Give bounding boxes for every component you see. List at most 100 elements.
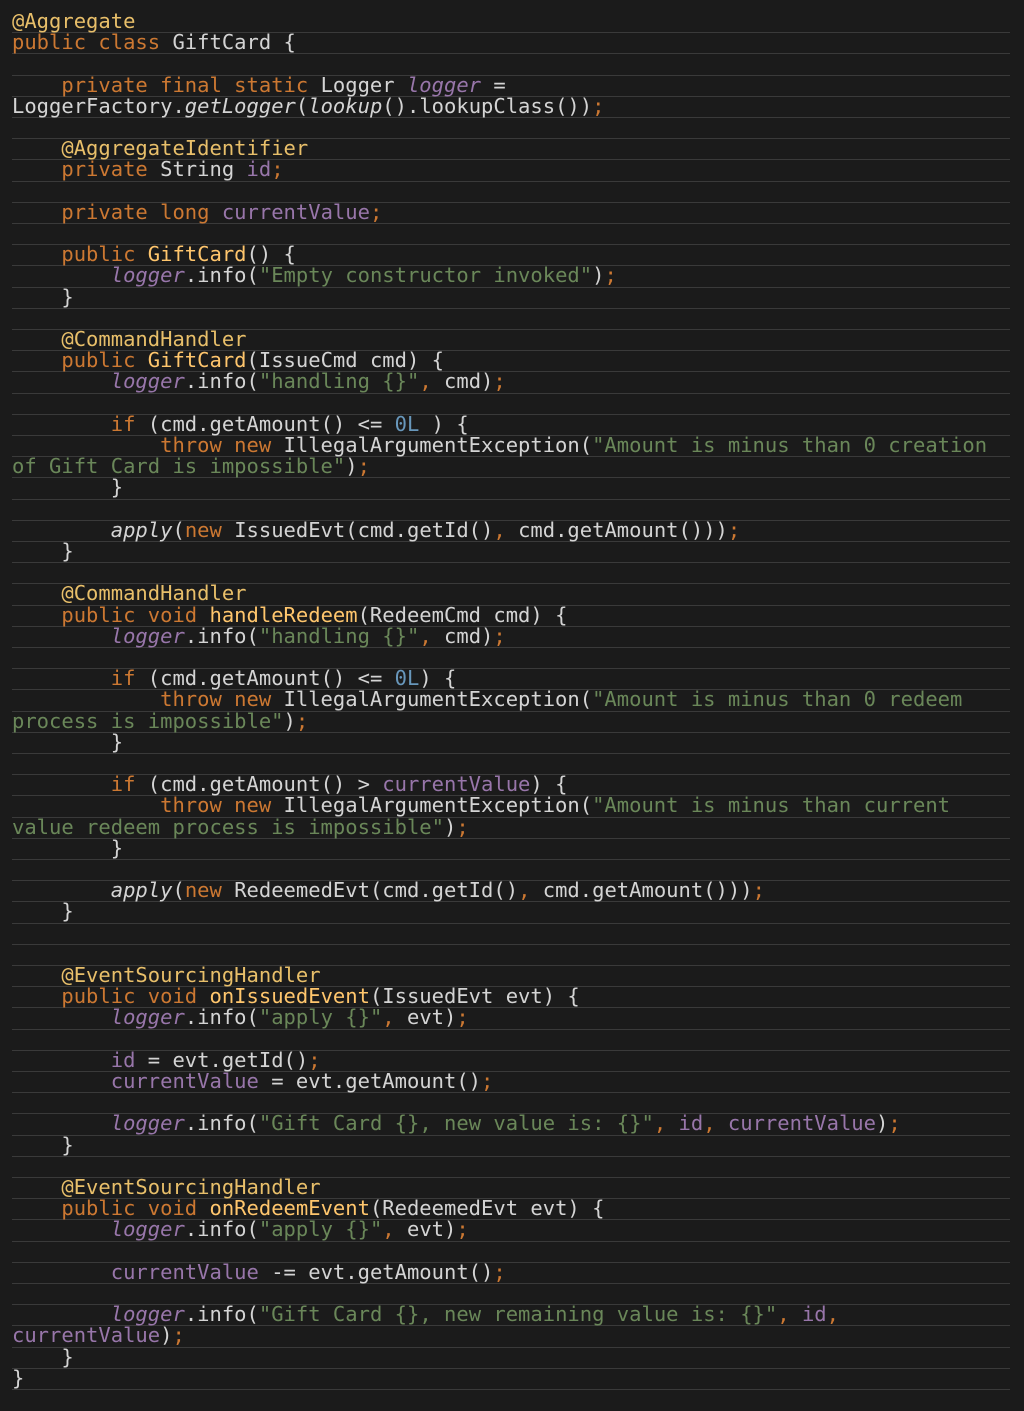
code-token: evt)	[406, 1005, 457, 1030]
code-token: )	[345, 454, 358, 479]
code-token: cmd.getAmount()))	[518, 517, 728, 542]
code-token: .info(	[184, 623, 259, 648]
code-token: (	[172, 517, 185, 542]
code-token: ;	[456, 1005, 469, 1030]
code-line: logger.info("handling {}", cmd);	[12, 623, 1010, 648]
code-editor[interactable]: @Aggregate public class GiftCard { privat…	[0, 0, 1024, 1411]
code-token: evt)	[406, 1217, 457, 1242]
code-token: (	[295, 93, 309, 118]
code-token: )	[160, 1323, 173, 1348]
code-token: RedeemedEvt(cmd.getId()	[234, 878, 519, 903]
code-line: logger.info("apply {}", evt);	[12, 1005, 1010, 1030]
code-token: ;	[369, 199, 383, 224]
code-token: )	[443, 814, 457, 839]
code-line: private long currentValue;	[12, 199, 1010, 224]
code-token: "apply {}"	[258, 1217, 383, 1242]
code-token: }	[12, 729, 124, 754]
code-token: "Amount is minus than 0 redeem	[592, 687, 963, 712]
code-token: ;	[357, 454, 370, 479]
code-line: of Gift Card is impossible");	[12, 454, 1010, 479]
code-token: ,	[419, 369, 445, 394]
code-token: ;	[493, 1259, 506, 1284]
code-token: }	[12, 835, 124, 860]
code-line: }	[12, 835, 1010, 860]
code-token: getLogger	[184, 93, 296, 118]
code-token: currentValue	[727, 1111, 876, 1136]
code-token: ,	[653, 1111, 679, 1136]
code-token: .info(	[184, 1111, 259, 1136]
code-token: "apply {}"	[258, 1005, 383, 1030]
code-token: id	[678, 1111, 704, 1136]
code-line: logger.info("handling {}", cmd);	[12, 369, 1010, 394]
code-token: IssuedEvt(cmd.getId()	[234, 517, 494, 542]
code-token: .info(	[184, 1302, 259, 1327]
code-token: "handling {}"	[258, 623, 420, 648]
code-token: cmd)	[444, 369, 494, 394]
code-token: }	[12, 1365, 25, 1390]
code-token: "Amount is minus than current	[592, 793, 951, 818]
code-line: }	[12, 1346, 1010, 1369]
code-line: logger.info("apply {}", evt);	[12, 1217, 1010, 1242]
code-token: cmd.getAmount()))	[542, 878, 753, 903]
code-token: private long	[61, 199, 222, 224]
code-token: ;	[888, 1111, 901, 1136]
code-token: ,	[826, 1302, 839, 1327]
code-token: ;	[481, 1069, 494, 1093]
code-token: ().lookupClass())	[382, 93, 593, 118]
code-line	[12, 923, 1010, 945]
code-token: cmd)	[444, 623, 494, 648]
code-line: }	[12, 1132, 1010, 1157]
code-token: id	[246, 157, 272, 182]
code-token: }	[12, 475, 124, 500]
code-token: currentValue	[221, 199, 370, 224]
code-line: value redeem process is impossible");	[12, 814, 1010, 839]
code-token: "Gift Card {}, new remaining value is: {…	[258, 1302, 778, 1327]
code-line: logger.info("Gift Card {}, new value is:…	[12, 1111, 1010, 1136]
code-line: currentValue);	[12, 1323, 1010, 1348]
code-token: )	[876, 1111, 889, 1136]
code-token: .info(	[184, 369, 259, 394]
code-token: = evt.getAmount()	[258, 1069, 482, 1093]
code-token: }	[12, 1132, 74, 1157]
code-line: }	[12, 284, 1010, 309]
code-token: ;	[456, 814, 469, 839]
code-line: }	[12, 539, 1010, 564]
code-token: logger	[110, 623, 185, 648]
code-token: ;	[295, 708, 309, 733]
code-token: lookup	[308, 93, 383, 118]
code-token: .info(	[184, 1217, 259, 1242]
code-token: )	[592, 263, 605, 288]
code-token: (	[172, 878, 185, 903]
code-token: String	[160, 157, 247, 182]
code-token: GiftCard {	[172, 30, 296, 55]
code-token: ;	[727, 517, 741, 542]
code-token: public class	[12, 30, 173, 55]
code-token: ,	[419, 623, 445, 648]
code-token: ,	[518, 878, 543, 903]
code-token: currentValue	[110, 1259, 259, 1284]
code-line: }	[12, 899, 1010, 924]
code-token: -= evt.getAmount()	[258, 1259, 494, 1284]
code-line: process is impossible");	[12, 708, 1010, 733]
code-token: ;	[493, 369, 506, 394]
code-token: "Empty constructor invoked"	[258, 263, 593, 288]
code-token: logger	[110, 1217, 185, 1242]
code-token: logger	[110, 1005, 185, 1030]
code-token: new	[184, 517, 235, 542]
code-token: )	[283, 708, 296, 733]
code-token: "Gift Card {}, new value is: {}"	[258, 1111, 654, 1136]
code-token: }	[12, 284, 74, 309]
code-token: logger	[110, 1111, 185, 1136]
code-line: }	[12, 1365, 1010, 1390]
code-token: ;	[752, 878, 765, 903]
code-token: }	[12, 539, 74, 563]
code-token: }	[12, 899, 74, 924]
code-token: ;	[271, 157, 284, 182]
